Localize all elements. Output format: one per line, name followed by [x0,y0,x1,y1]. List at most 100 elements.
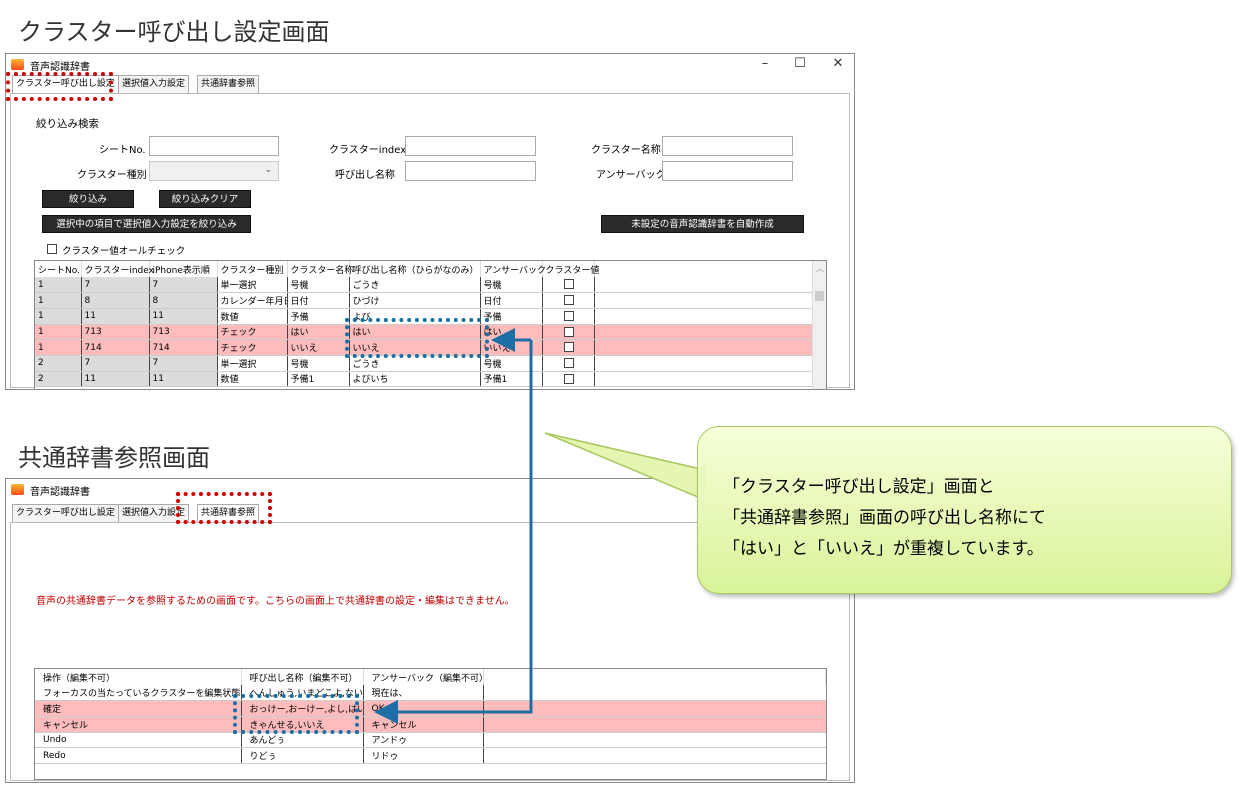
cluster-type-select[interactable]: ⌄ [149,161,279,181]
filter-clear-button[interactable]: 絞り込みクリア [159,190,251,208]
table-cell[interactable]: 1 [35,339,82,356]
table-cell[interactable]: ひづけ [349,292,481,309]
column-header[interactable]: クラスター値 [542,261,599,277]
column-header[interactable]: iPhone表示順 [149,261,218,277]
column-header[interactable]: クラスター種別 [217,261,288,277]
table-cell[interactable]: 予備1 [480,371,543,388]
table-cell[interactable]: 714 [81,339,150,356]
table-cell[interactable]: 日付 [480,292,543,309]
table-cell[interactable]: 数値 [217,371,288,388]
column-header[interactable]: 呼び出し名称（ひらがなのみ） [349,261,481,277]
tab-select-value-input[interactable]: 選択値入力設定 [118,75,190,93]
filter-selected-button[interactable]: 選択中の項目で選択値入力設定を絞り込み [42,215,251,233]
table-cell[interactable]: リドゥ [363,747,484,764]
cluster-value-checkbox[interactable] [563,358,574,369]
table-cell[interactable]: キャンセル [35,716,242,733]
table-row[interactable]: Undo あんどぅ アンドゥ [35,732,826,749]
minimize-button[interactable]: – [755,56,775,71]
cluster-index-input[interactable] [405,136,536,156]
table-cell[interactable]: よびいち [349,371,481,388]
table-row[interactable]: 1 7 7 単一選択 号機 ごうき 号機 [35,277,814,294]
table-cell[interactable]: 予備 [287,308,350,325]
call-name-input[interactable] [405,161,536,181]
table-cell[interactable]: フォーカスの当たっているクラスターを編集状態にする [35,685,242,702]
chevron-up-icon[interactable]: ︿ [816,263,824,274]
table-cell[interactable]: 713 [81,324,150,341]
table-cell[interactable]: 号機 [287,355,350,372]
column-header[interactable]: 操作（編集不可） [35,669,242,685]
table-cell[interactable]: 1 [35,277,82,294]
table-cell[interactable]: 11 [81,308,150,325]
table-cell[interactable]: 1 [35,308,82,325]
table-row[interactable]: 確定 おっけー,おーけー,よし,はい OK [35,700,826,717]
table-cell[interactable]: はい [480,324,543,341]
table-cell[interactable]: 1 [35,324,82,341]
table-cell[interactable]: 713 [149,324,218,341]
table-cell[interactable]: 現在は、 [363,685,484,702]
filter-button[interactable]: 絞り込み [42,190,134,208]
cluster-value-checkbox[interactable] [563,295,574,306]
table-cell[interactable]: カレンダー年月日 [217,292,288,309]
cluster-value-checkbox[interactable] [563,326,574,337]
cluster-value-checkbox[interactable] [563,310,574,321]
table-cell[interactable]: ごうき [349,277,481,294]
table-cell[interactable]: 11 [149,308,218,325]
tab-cluster-call-2[interactable]: クラスター呼び出し設定 [12,504,119,522]
column-header[interactable]: アンサーバック（編集不可） [363,669,488,685]
table-cell[interactable]: 日付 [287,292,350,309]
answerback-input[interactable] [662,161,793,181]
table-cell[interactable]: 1 [35,292,82,309]
auto-create-dict-button[interactable]: 未設定の音声認識辞書を自動作成 [601,215,804,233]
table-row[interactable]: フォーカスの当たっているクラスターを編集状態にするへんしゅう,いまどこよ,ない現… [35,685,826,702]
table-cell[interactable]: 7 [149,277,218,294]
table-cell[interactable]: キャンセル [363,716,484,733]
table-cell[interactable]: 11 [81,371,150,388]
table-cell[interactable]: 714 [149,339,218,356]
table-cell[interactable]: 7 [81,355,150,372]
table-cell[interactable]: チェック [217,339,288,356]
table-cell[interactable]: 数値 [217,308,288,325]
scrollbar-thumb[interactable] [815,291,824,301]
table-cell[interactable]: Undo [35,732,242,749]
table-cell[interactable]: OK [363,700,484,717]
column-header[interactable]: シートNo. [35,261,82,277]
table-cell[interactable]: 号機 [480,355,543,372]
column-header[interactable]: アンサーバック [480,261,546,277]
table-cell[interactable]: 確定 [35,700,242,717]
vertical-scrollbar[interactable]: ︿ [812,261,826,389]
table-row[interactable]: 2 11 11 数値 予備1 よびいち 予備1 [35,371,814,388]
cluster-name-input[interactable] [662,136,793,156]
table-cell[interactable]: 2 [35,355,82,372]
table-cell[interactable]: 11 [149,371,218,388]
table-cell[interactable]: 8 [149,292,218,309]
cluster-value-checkbox[interactable] [563,279,574,290]
table-cell[interactable]: はい [287,324,350,341]
table-cell[interactable]: りどぅ [241,747,364,764]
column-header[interactable]: クラスターindex [81,261,154,277]
cluster-value-checkbox[interactable] [563,373,574,384]
table-cell[interactable]: 2 [35,371,82,388]
table-cell[interactable]: 号機 [287,277,350,294]
table-cell[interactable]: 号機 [480,277,543,294]
tab-common-dict[interactable]: 共通辞書参照 [197,75,260,93]
table-cell[interactable]: 予備1 [287,371,350,388]
cluster-value-checkbox[interactable] [563,342,574,353]
table-cell[interactable]: 単一選択 [217,355,288,372]
table-cell[interactable]: 8 [81,292,150,309]
close-button[interactable]: ✕ [828,56,848,71]
maximize-button[interactable]: ☐ [790,56,810,71]
table-cell[interactable]: 単一選択 [217,277,288,294]
table-cell[interactable]: あんどぅ [241,732,364,749]
table-row[interactable]: 1 8 8 カレンダー年月日 日付 ひづけ 日付 [35,292,814,309]
table-row[interactable]: キャンセル きゃんせる,いいえ キャンセル [35,716,826,733]
table-cell[interactable]: アンドゥ [363,732,484,749]
table-cell[interactable]: Redo [35,747,242,764]
check-all-checkbox[interactable] [47,244,57,254]
column-header[interactable]: 呼び出し名称（編集不可） [241,669,364,685]
sheet-no-input[interactable] [149,136,279,156]
table-cell[interactable]: 7 [149,355,218,372]
table-cell[interactable]: いいえ [480,339,543,356]
column-header[interactable]: クラスター名称 [287,261,353,277]
table-cell[interactable]: チェック [217,324,288,341]
table-row[interactable]: Redo りどぅ リドゥ [35,747,826,764]
